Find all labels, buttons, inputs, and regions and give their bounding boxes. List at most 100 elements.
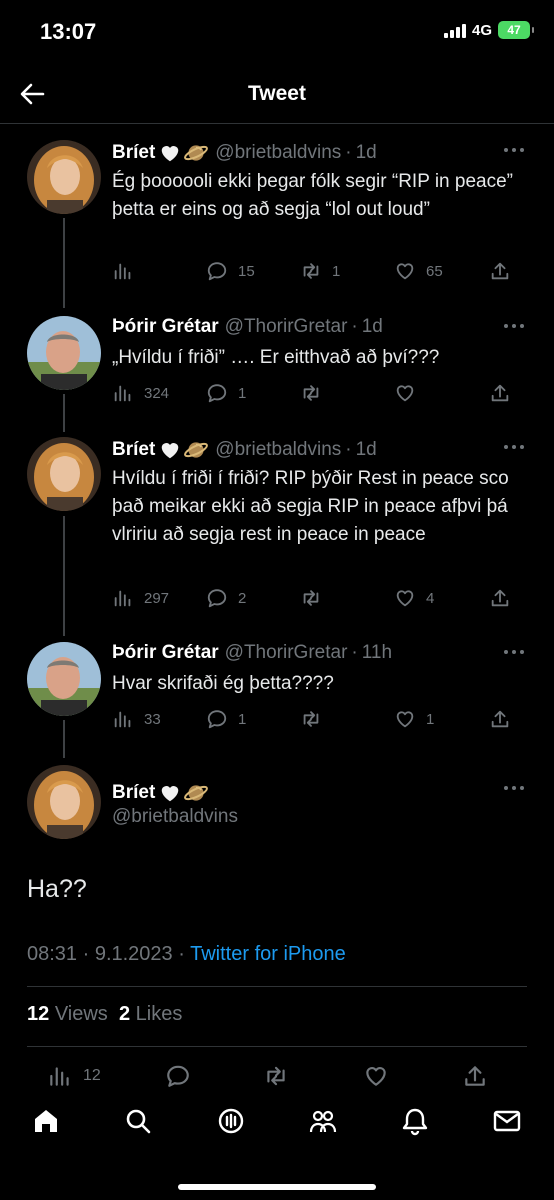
views-icon	[112, 382, 134, 404]
white-heart-icon	[159, 142, 181, 164]
battery-level: 47	[507, 23, 521, 37]
like-button[interactable]: 1	[394, 708, 434, 730]
views-button[interactable]: 324	[112, 382, 169, 404]
like-count: 1	[426, 710, 435, 728]
reply-button[interactable]: 1	[206, 382, 246, 404]
share-icon	[489, 382, 511, 404]
name-emoji	[159, 140, 209, 166]
signal-icon	[443, 22, 466, 38]
avatar[interactable]	[27, 765, 101, 839]
white-heart-icon	[159, 782, 181, 804]
tweet-actions: 33 1 1	[112, 708, 512, 730]
tweet-text: „Hvíldu í friði” …. Er eitthvað að því??…	[112, 347, 440, 368]
views-icon	[112, 708, 134, 730]
more-options-icon[interactable]	[502, 320, 526, 332]
tweet-source-link[interactable]: Twitter for iPhone	[190, 943, 346, 965]
author-name[interactable]: Þórir Grétar	[112, 316, 219, 338]
notifications-bell-icon[interactable]	[400, 1106, 430, 1136]
more-options-icon[interactable]	[502, 441, 526, 453]
tweet-header: Þórir Grétar @ThorirGretar · 11h	[112, 642, 392, 664]
avatar[interactable]	[27, 140, 101, 214]
share-button[interactable]	[489, 382, 511, 404]
like-button[interactable]	[394, 382, 426, 404]
reply-button[interactable]: 15	[206, 260, 255, 282]
views-button[interactable]	[112, 260, 144, 282]
communities-icon[interactable]	[308, 1106, 338, 1136]
views-icon	[112, 587, 134, 609]
nav-bar: Tweet	[0, 62, 554, 124]
ringed-planet-icon	[183, 780, 209, 806]
more-options-icon[interactable]	[502, 144, 526, 156]
author-name[interactable]: Bríet	[112, 439, 155, 461]
dot-separator: ·	[345, 439, 352, 460]
tweet-text: Ha??	[27, 875, 87, 903]
dot-separator: ·	[351, 642, 358, 663]
like-button[interactable]: 65	[394, 260, 443, 282]
avatar[interactable]	[27, 642, 101, 716]
author-handle[interactable]: @ThorirGretar	[225, 316, 348, 338]
share-button[interactable]	[489, 260, 511, 282]
tweet-meta: 08:31 · 9.1.2023 · Twitter for iPhone	[27, 943, 346, 966]
dot-separator: ·	[351, 316, 358, 337]
spaces-icon[interactable]	[216, 1106, 246, 1136]
author-name[interactable]: Þórir Grétar	[112, 642, 219, 664]
views-button[interactable]: 297	[112, 587, 169, 609]
like-icon	[363, 1063, 389, 1089]
main-tweet-actions: 12	[0, 1063, 554, 1089]
retweet-button[interactable]	[300, 587, 332, 609]
like-button[interactable]	[363, 1063, 389, 1089]
home-icon[interactable]	[31, 1106, 61, 1136]
network-label: 4G	[471, 21, 492, 39]
tweet-time: 1d	[355, 439, 377, 460]
likes-label: Likes	[135, 1003, 183, 1025]
share-button[interactable]	[489, 708, 511, 730]
more-options-icon[interactable]	[502, 782, 526, 794]
analytics-icon	[47, 1063, 73, 1089]
like-icon	[394, 708, 416, 730]
like-count: 4	[426, 589, 435, 607]
retweet-button[interactable]	[300, 382, 332, 404]
name-emoji	[159, 437, 209, 463]
likes-count[interactable]: 2	[119, 1003, 130, 1025]
dot-separator: ·	[345, 142, 352, 163]
author-name[interactable]: Bríet	[112, 142, 155, 164]
share-button[interactable]	[462, 1063, 488, 1089]
page-title: Tweet	[248, 82, 306, 105]
tweet-time: 1d	[355, 142, 377, 163]
reply-button[interactable]: 1	[206, 708, 246, 730]
author-name[interactable]: Bríet	[112, 782, 155, 804]
author-handle[interactable]: @brietbaldvins	[215, 439, 341, 461]
avatar[interactable]	[27, 437, 101, 511]
meta-separator: ·	[172, 943, 191, 965]
share-icon	[462, 1063, 488, 1089]
retweet-button[interactable]	[300, 708, 332, 730]
retweet-button[interactable]	[263, 1063, 289, 1089]
reply-button[interactable]	[165, 1063, 191, 1089]
share-icon	[489, 708, 511, 730]
analytics-button[interactable]: 12	[47, 1063, 101, 1089]
more-options-icon[interactable]	[502, 646, 526, 658]
reply-count: 1	[238, 384, 247, 402]
reply-button[interactable]: 2	[206, 587, 246, 609]
avatar[interactable]	[27, 316, 101, 390]
share-button[interactable]	[489, 587, 511, 609]
messages-mail-icon[interactable]	[492, 1106, 522, 1136]
tweet-time: 1d	[361, 316, 383, 337]
author-handle[interactable]: @brietbaldvins	[112, 806, 238, 828]
divider	[27, 986, 527, 987]
reply-icon	[165, 1063, 191, 1089]
status-time: 13:07	[40, 19, 97, 44]
tweet-header: Þórir Grétar @ThorirGretar · 1d	[112, 316, 383, 338]
tweet-header: Bríet @brietbaldvins · 1d	[112, 140, 377, 166]
views-button[interactable]: 33	[112, 708, 161, 730]
like-button[interactable]: 4	[394, 587, 434, 609]
search-icon[interactable]	[123, 1106, 153, 1136]
battery-icon: 47	[498, 21, 534, 39]
views-count[interactable]: 12	[27, 1003, 49, 1025]
author-handle[interactable]: @brietbaldvins	[215, 142, 341, 164]
author-name-row: Bríet	[112, 780, 209, 806]
retweet-button[interactable]: 1	[300, 260, 340, 282]
views-count: 33	[144, 710, 161, 728]
author-handle[interactable]: @ThorirGretar	[225, 642, 348, 664]
share-icon	[489, 587, 511, 609]
